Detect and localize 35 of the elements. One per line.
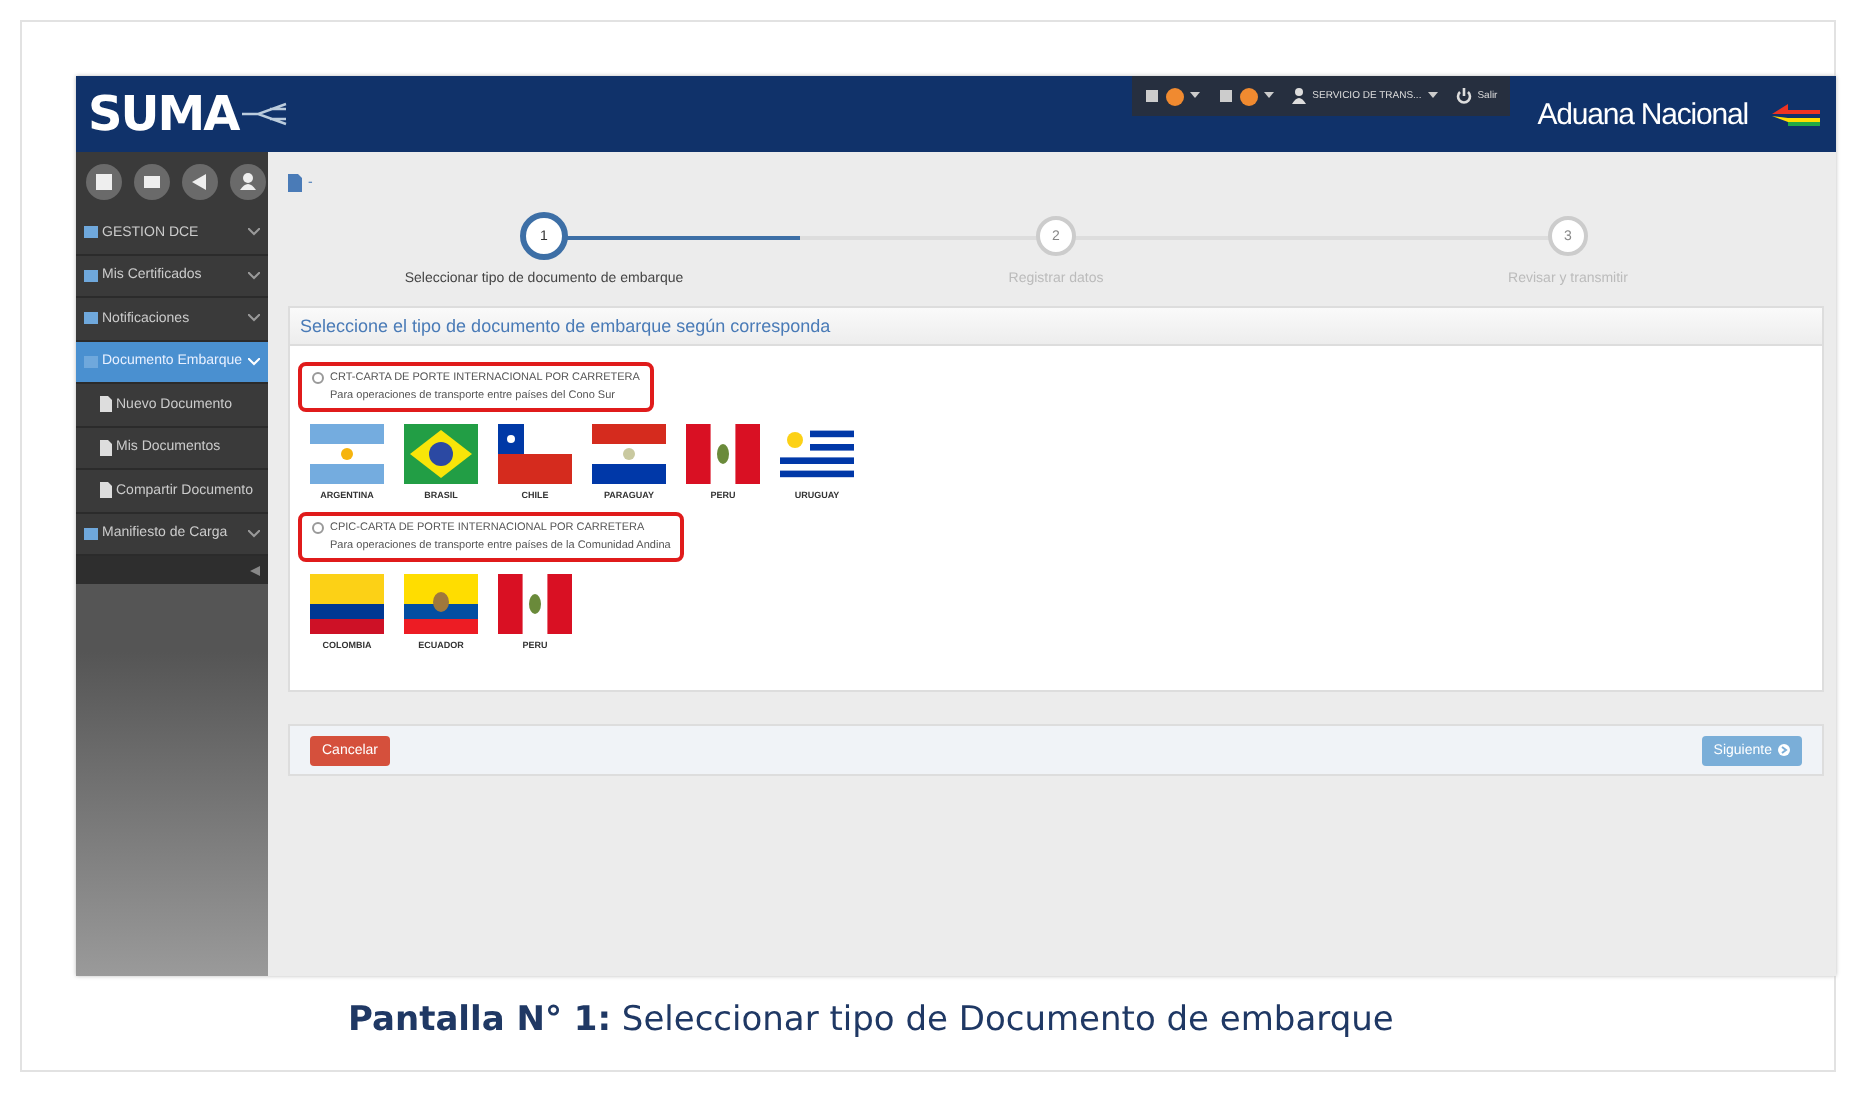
arrow-right-icon [1778, 744, 1790, 756]
circuit-logo-icon [238, 100, 291, 128]
radio-button[interactable] [312, 522, 324, 534]
panel-heading: Seleccione el tipo de documento de embarque según corresponda [300, 316, 831, 336]
square-icon[interactable] [1218, 88, 1235, 104]
user-icon [1292, 88, 1307, 104]
flag-icon [686, 424, 760, 484]
caret-icon[interactable] [1264, 92, 1275, 100]
flag-icon [310, 574, 384, 634]
flag-icon [404, 574, 478, 634]
collapse-icon[interactable] [250, 565, 260, 575]
figure-caption: Pantalla N° 1: Seleccionar tipo de Documento de embarque [348, 1000, 1394, 1040]
flag-icon [498, 574, 572, 634]
notification-dot-icon [1240, 87, 1259, 105]
chevron-icon[interactable] [248, 271, 260, 280]
document-icon [100, 482, 112, 499]
radio-button[interactable] [312, 372, 324, 384]
logo-text: SUMA [88, 86, 239, 142]
flag-icon [498, 424, 572, 484]
chevron-icon[interactable] [248, 314, 260, 323]
flag-icon [592, 424, 666, 484]
document-icon [100, 439, 112, 456]
chevron-icon[interactable] [248, 228, 260, 237]
flag-icon [404, 424, 478, 484]
power-icon[interactable] [1455, 88, 1472, 104]
document-icon [100, 396, 112, 413]
document-icon [288, 173, 302, 191]
square-icon[interactable] [1144, 88, 1161, 104]
brand-name: Aduana Nacional [1537, 97, 1748, 131]
caret-icon[interactable] [1427, 92, 1438, 100]
notification-dot-icon [1166, 87, 1185, 105]
chevron-icon[interactable] [248, 529, 260, 538]
flag-icon [310, 424, 384, 484]
user-icon[interactable] [230, 164, 266, 200]
caret-icon[interactable] [1190, 92, 1201, 100]
